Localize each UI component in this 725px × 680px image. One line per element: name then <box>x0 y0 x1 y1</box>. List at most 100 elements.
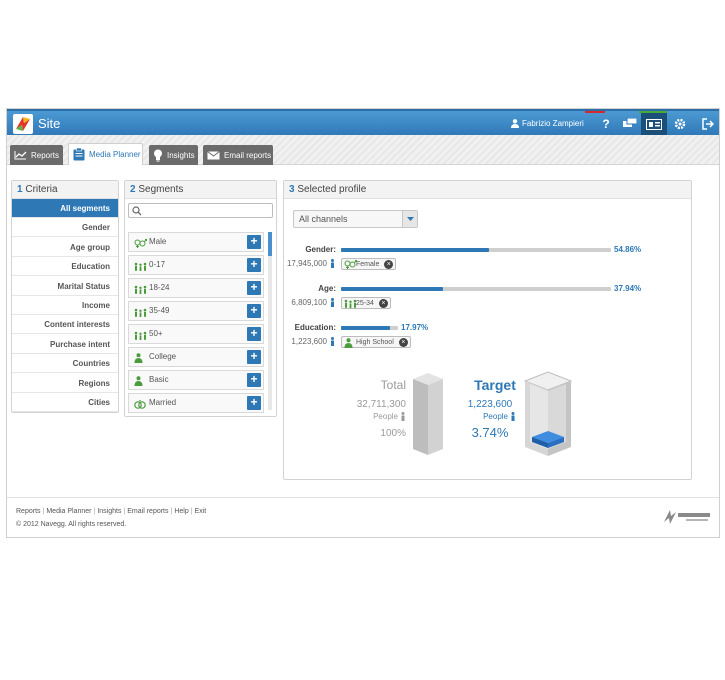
footer-link-help[interactable]: Help <box>174 508 188 515</box>
metric-count: 6,809,100 <box>291 298 327 307</box>
metric-label: Age: <box>318 284 336 293</box>
line-chart-icon <box>14 151 27 160</box>
navegg-logo-icon <box>664 510 710 524</box>
user-name[interactable]: Fabrizio Zampieri <box>522 119 584 128</box>
segment-label: Married <box>149 398 177 407</box>
media-planner-icon[interactable] <box>641 113 667 135</box>
segment-label: Male <box>149 237 167 246</box>
total-cylinder-icon <box>413 373 443 455</box>
segment-label: 50+ <box>149 329 163 338</box>
chat-icon[interactable] <box>617 113 643 135</box>
scrollbar-thumb[interactable] <box>268 232 272 256</box>
metric-percent: 54.86% <box>614 245 642 254</box>
criteria-item-marital-status[interactable]: Marital Status <box>12 277 118 296</box>
segment-item-0-17[interactable]: 0-17 + <box>128 255 264 275</box>
close-icon[interactable]: × <box>378 299 388 308</box>
segment-label: Basic <box>149 375 169 384</box>
step-number: 2 <box>130 184 136 195</box>
criteria-item-all-segments[interactable]: All segments <box>12 199 118 218</box>
copyright: © 2012 Navegg. All rights reserved. <box>16 521 127 528</box>
total-count: 32,711,300 <box>356 399 406 410</box>
site-title: Site <box>38 116 61 131</box>
segment-item-18-24[interactable]: 18-24 + <box>128 278 264 298</box>
segments-scrollbar[interactable] <box>268 232 272 410</box>
segment-item-35-49[interactable]: 35-49 + <box>128 301 264 321</box>
segments-header: 2 Segments <box>125 181 276 199</box>
metric-bar-fill <box>341 248 489 252</box>
age-group-icon <box>344 299 357 312</box>
chip-label: High School <box>356 339 394 346</box>
segment-item-married[interactable]: Married + <box>128 393 264 413</box>
criteria-item-income[interactable]: Income <box>12 296 118 315</box>
total-label: Total <box>380 378 406 392</box>
channel-select[interactable]: All channels <box>293 210 418 228</box>
app-logo-icon[interactable] <box>13 114 33 134</box>
add-segment-button[interactable]: + <box>247 373 261 387</box>
add-segment-button[interactable]: + <box>247 281 261 295</box>
tab-label: Email reports <box>224 150 272 160</box>
criteria-item-countries[interactable]: Countries <box>12 354 118 374</box>
add-segment-button[interactable]: + <box>247 327 261 341</box>
tab-insights[interactable]: Insights <box>149 145 198 165</box>
target-people-label: People <box>483 412 508 421</box>
footer-separator: | <box>170 508 173 515</box>
total-people-label: People <box>373 412 398 421</box>
segment-item-male[interactable]: Male + <box>128 232 264 252</box>
education-icon <box>344 338 353 352</box>
education-icon <box>134 375 143 393</box>
person-icon <box>331 298 334 307</box>
tab-label: Reports <box>31 150 60 160</box>
tab-email-reports[interactable]: Email reports <box>203 145 273 165</box>
tab-reports[interactable]: Reports <box>10 145 63 165</box>
segment-item-college[interactable]: College + <box>128 347 264 367</box>
metric-label: Gender: <box>305 245 336 254</box>
tab-media-planner[interactable]: Media Planner <box>68 143 143 165</box>
metric-percent: 37.94% <box>614 284 642 293</box>
chevron-down-icon[interactable] <box>402 211 417 227</box>
criteria-panel: 1 Criteria All segments Gender Age group Ed… <box>11 180 119 413</box>
criteria-item-content-interests[interactable]: Content interests <box>12 315 118 335</box>
footer: Reports | Media Planner | Insights | Email rep… <box>7 497 719 537</box>
add-segment-button[interactable]: + <box>247 396 261 410</box>
selected-profile-panel: 3 Selected profile All channels Gender: 5… <box>283 180 692 480</box>
marital-icon <box>134 398 146 416</box>
age-group-icon <box>134 260 147 278</box>
segment-item-basic[interactable]: Basic + <box>128 370 264 390</box>
logout-icon[interactable] <box>695 113 719 135</box>
footer-link-insights[interactable]: Insights <box>97 508 121 515</box>
total-percent: 100% <box>380 428 406 439</box>
criteria-item-age-group[interactable]: Age group <box>12 238 118 257</box>
add-segment-button[interactable]: + <box>247 304 261 318</box>
search-icon <box>132 206 142 216</box>
metric-count: 17,945,000 <box>286 259 327 268</box>
footer-link-media-planner[interactable]: Media Planner <box>46 508 91 515</box>
criteria-item-gender[interactable]: Gender <box>12 218 118 238</box>
help-icon[interactable]: ? <box>593 113 619 135</box>
add-segment-button[interactable]: + <box>247 258 261 272</box>
footer-separator: | <box>93 508 96 515</box>
target-cylinder-icon <box>523 371 573 456</box>
user-icon <box>511 119 519 128</box>
criteria-item-education[interactable]: Education <box>12 257 118 277</box>
add-segment-button[interactable]: + <box>247 350 261 364</box>
profile-header: 3 Selected profile <box>284 181 691 199</box>
chip-label: Female <box>356 261 380 268</box>
criteria-item-cities[interactable]: Cities <box>12 393 118 412</box>
criteria-item-purchase-intent[interactable]: Purchase intent <box>12 335 118 354</box>
clipboard-icon <box>73 148 85 161</box>
segment-item-50-[interactable]: 50+ + <box>128 324 264 344</box>
person-icon <box>331 337 334 346</box>
close-icon[interactable]: × <box>398 338 408 347</box>
gear-icon[interactable] <box>667 113 693 135</box>
footer-link-exit[interactable]: Exit <box>195 508 207 515</box>
target-percent: 3.74% <box>471 425 509 440</box>
search-input[interactable] <box>128 203 273 218</box>
close-icon[interactable]: × <box>384 260 394 269</box>
add-segment-button[interactable]: + <box>247 235 261 249</box>
footer-link-email-reports[interactable]: Email reports <box>127 508 168 515</box>
person-icon <box>401 412 405 421</box>
envelope-icon <box>207 150 220 159</box>
footer-link-reports[interactable]: Reports <box>16 508 41 515</box>
criteria-item-regions[interactable]: Regions <box>12 374 118 393</box>
footer-separator: | <box>190 508 193 515</box>
